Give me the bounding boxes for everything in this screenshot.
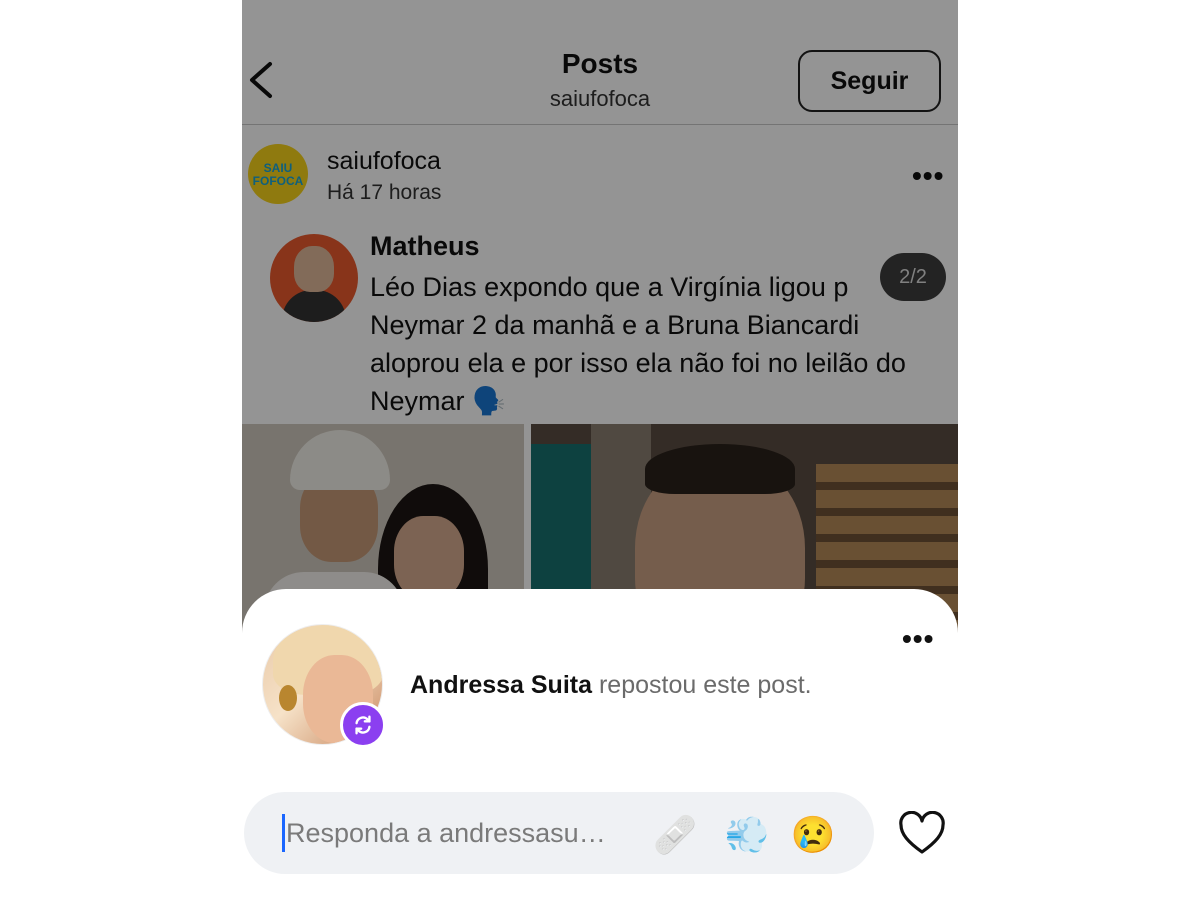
crying-emoji-icon[interactable]: 😢 — [790, 812, 836, 858]
repost-action: repostou este post. — [592, 671, 812, 699]
sheet-more-icon[interactable]: ••• — [902, 623, 934, 655]
bandage-emoji-icon[interactable]: 🩹 — [652, 812, 698, 858]
app-screen: Posts saiufofoca Seguir SAIU FOFOCA saiu… — [242, 0, 958, 900]
repost-sheet: ••• Andressa Suita repostou este post. 🩹… — [242, 589, 958, 900]
text-caret — [282, 814, 285, 852]
repost-text: Andressa Suita repostou este post. — [410, 671, 812, 700]
repost-user-name[interactable]: Andressa Suita — [410, 671, 592, 699]
heart-icon[interactable] — [898, 810, 946, 857]
dash-emoji-icon[interactable]: 💨 — [724, 812, 770, 858]
reply-bar: 🩹 💨 😢 — [244, 792, 874, 874]
repost-icon — [340, 702, 386, 748]
modal-overlay[interactable] — [242, 0, 958, 640]
reply-input[interactable] — [286, 810, 646, 856]
